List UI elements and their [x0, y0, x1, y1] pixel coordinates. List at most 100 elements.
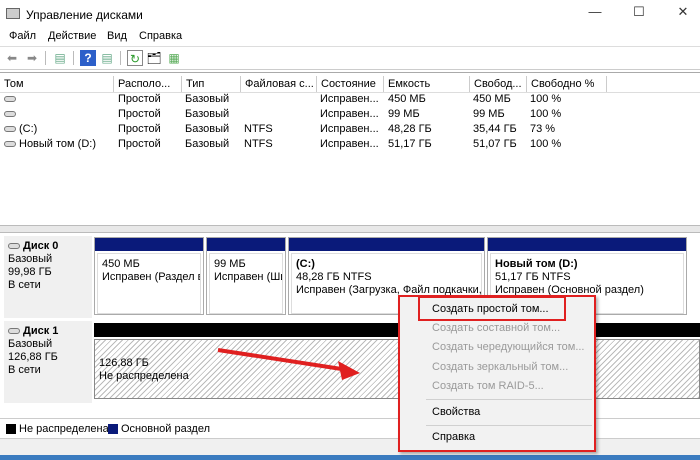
menu-separator — [426, 399, 592, 400]
volume-icon — [4, 111, 16, 118]
menu-file[interactable]: Файл — [9, 30, 36, 42]
table-cell: Базовый — [185, 122, 243, 137]
table-cell: 35,44 ГБ — [473, 122, 529, 137]
cell-text: Простой — [118, 123, 161, 135]
menu-properties[interactable]: Свойства — [432, 403, 480, 421]
unallocated-size: 126,88 ГБ — [99, 357, 149, 369]
cell-text: Исправен... — [320, 123, 379, 135]
cell-text: Простой — [118, 93, 161, 105]
col-free-percent[interactable]: Свободно % — [527, 76, 607, 92]
partition-99mb[interactable]: 99 МБ Исправен (Ши — [206, 237, 286, 315]
table-cell — [244, 92, 318, 107]
table-cell: 100 % — [530, 137, 606, 152]
disk-type: Базовый — [8, 253, 53, 265]
window-title: Управление дисками — [26, 8, 143, 22]
menu-help-item[interactable]: Справка — [432, 428, 475, 446]
primary-partition-bar — [488, 238, 686, 251]
cell-text: Базовый — [185, 93, 230, 105]
table-cell: Базовый — [185, 137, 243, 152]
menu-create-striped-volume: Создать чередующийся том... — [432, 341, 585, 353]
menu-action[interactable]: Действие — [48, 30, 96, 42]
volume-icon — [4, 126, 16, 133]
menu-help[interactable]: Справка — [139, 30, 182, 42]
col-status[interactable]: Состояние — [317, 76, 384, 92]
minimize-button[interactable]: — — [580, 4, 610, 22]
maximize-button[interactable]: ☐ — [624, 4, 654, 22]
table-cell: 450 МБ — [388, 92, 472, 107]
table-cell: 99 МБ — [388, 107, 472, 122]
col-layout[interactable]: Располо... — [114, 76, 182, 92]
cell-text: 73 % — [530, 123, 556, 135]
table-cell: 99 МБ — [473, 107, 529, 122]
unallocated-space[interactable]: 126,88 ГБ Не распределена — [94, 339, 700, 399]
back-icon[interactable]: ⬅ — [4, 50, 20, 66]
cell-text: Новый том (D:) — [19, 138, 96, 150]
table-cell — [4, 92, 114, 107]
unallocated-state: Не распределена — [99, 370, 189, 382]
refresh-icon[interactable]: ↻ — [127, 50, 143, 66]
legend-swatch — [108, 424, 118, 435]
col-free[interactable]: Свобод... — [470, 76, 527, 92]
partition-state: Исправен (Раздел во — [102, 271, 201, 283]
close-button[interactable]: ✕ — [668, 4, 698, 22]
disk-name: Диск 1 — [23, 325, 59, 337]
forward-icon[interactable]: ➡ — [24, 50, 40, 66]
cell-text: 100 % — [530, 108, 562, 120]
table-cell: 51,07 ГБ — [473, 137, 529, 152]
table-cell: Простой — [118, 122, 184, 137]
primary-partition-bar — [207, 238, 285, 251]
cell-text: 35,44 ГБ — [473, 123, 517, 135]
table-cell: Исправен... — [320, 137, 386, 152]
menu-bar — [0, 28, 700, 46]
col-type[interactable]: Тип — [182, 76, 241, 92]
table-cell — [4, 107, 114, 122]
volume-icon — [4, 96, 16, 103]
settings-icon[interactable]: ▦ — [166, 50, 182, 66]
cell-text: 51,17 ГБ — [388, 138, 432, 150]
partition-size: 99 МБ — [214, 258, 246, 270]
cell-text: 450 МБ — [473, 93, 511, 105]
col-filesystem[interactable]: Файловая с... — [241, 76, 317, 92]
cell-text: Простой — [118, 138, 161, 150]
disk-1-label[interactable]: Диск 1 Базовый 126,88 ГБ В сети — [4, 321, 92, 403]
disk-0-label[interactable]: Диск 0 Базовый 99,98 ГБ В сети — [4, 236, 92, 318]
col-capacity[interactable]: Емкость — [384, 76, 470, 92]
partition-name: (C:) — [296, 258, 315, 270]
primary-partition-bar — [95, 238, 203, 251]
disk-name: Диск 0 — [23, 240, 59, 252]
pane-splitter[interactable] — [0, 225, 700, 233]
cell-text: Исправен... — [320, 138, 379, 150]
window-border — [0, 455, 700, 460]
partition-450mb[interactable]: 450 МБ Исправен (Раздел во — [94, 237, 204, 315]
partition-name: Новый том (D:) — [495, 258, 578, 270]
cell-text: Базовый — [185, 123, 230, 135]
table-cell: 100 % — [530, 107, 606, 122]
table-cell: NTFS — [244, 122, 318, 137]
legend-label: Не распределена — [19, 423, 109, 435]
toolbar-separator — [120, 51, 121, 65]
menu-create-mirrored-volume: Создать зеркальный том... — [432, 361, 569, 373]
console-tree-icon[interactable]: ▤ — [52, 50, 68, 66]
table-cell: Исправен... — [320, 107, 386, 122]
table-cell: Базовый — [185, 107, 243, 122]
menu-view[interactable]: Вид — [107, 30, 127, 42]
primary-partition-bar — [289, 238, 484, 251]
legend-label: Основной раздел — [121, 423, 210, 435]
col-volume[interactable]: Том — [0, 76, 114, 92]
cell-text: (C:) — [19, 123, 38, 135]
cell-text: 51,07 ГБ — [473, 138, 517, 150]
table-cell: 48,28 ГБ — [388, 122, 472, 137]
disk-type: Базовый — [8, 338, 53, 350]
action-pane-icon[interactable]: ▤ — [99, 50, 115, 66]
table-cell: Новый том (D:) — [4, 137, 114, 152]
cell-text: 100 % — [530, 138, 562, 150]
disk-size: 99,98 ГБ — [8, 266, 52, 278]
legend-primary: Основной раздел — [108, 423, 210, 435]
highlight-box-annotation — [418, 296, 566, 321]
table-cell: Простой — [118, 92, 184, 107]
table-cell: 73 % — [530, 122, 606, 137]
help-icon[interactable]: ? — [80, 50, 96, 66]
cell-text: NTFS — [244, 138, 273, 150]
cell-text: Базовый — [185, 108, 230, 120]
properties-icon[interactable]: 🗂 — [146, 50, 162, 66]
